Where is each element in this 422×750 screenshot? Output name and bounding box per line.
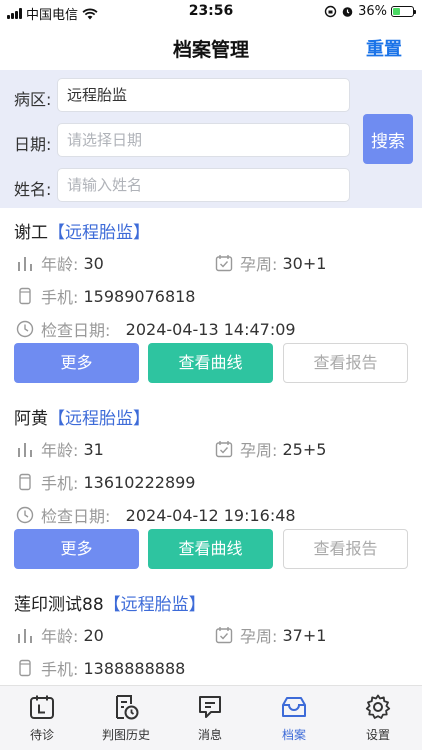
phone-icon [15,286,35,306]
check-date-value: 2024-04-13 14:47:09 [125,319,296,339]
page-title: 档案管理 [172,39,249,61]
calendar-check-icon [214,625,234,645]
name-label: 姓名: [14,180,52,199]
week-label: 孕周: [240,627,278,646]
week-value: 30+1 [282,253,327,273]
phone-row: 手机: 13610222899 [15,470,195,494]
date-field[interactable] [57,123,350,157]
age-row: 年龄: 30 [15,251,104,275]
check-date-row: 检查日期: 2024-04-12 19:16:48 [15,503,296,527]
calendar-check-icon [214,439,234,459]
reset-button[interactable]: 重置 [366,35,402,61]
phone-row: 手机: 15989076818 [15,284,195,308]
alarm-icon [342,7,353,17]
battery-fill [393,8,400,15]
tab-label: 消息 [197,728,222,742]
calendar-icon [0,692,84,722]
ward-tag: 【远程胎监】 [48,223,150,243]
record-title: 莲印测试88【远程胎监】 [14,590,206,615]
clock-icon [15,319,35,339]
week-label: 孕周: [240,441,278,460]
week-value: 37+1 [282,625,327,645]
check-date-label: 检查日期: [41,321,111,340]
phone-value: 1388888888 [83,658,186,678]
filter-panel: 病区: 远程胎监 日期: 姓名: [0,70,422,208]
view-curve-button[interactable]: 查看曲线 [148,343,273,383]
status-bar: 中国电信 23:56 36% [0,0,422,24]
check-date-value: 2024-04-12 19:16:48 [125,505,296,525]
nav-bar: 档案管理 重置 [0,24,422,70]
phone-icon [15,658,35,678]
phone-label: 手机: [41,474,79,493]
status-right: 36% [324,4,416,19]
age-label: 年龄: [41,627,79,646]
ward-field[interactable]: 远程胎监 [57,78,350,112]
more-button[interactable]: 更多 [14,343,139,383]
age-label: 年龄: [41,441,79,460]
more-button[interactable]: 更多 [14,529,139,569]
phone-value: 13610222899 [83,472,196,492]
age-label: 年龄: [41,255,79,274]
age-value: 30 [83,253,104,273]
tab-archive[interactable]: 档案 [252,692,336,743]
age-row: 年龄: 20 [15,623,104,647]
ward-label: 病区: [14,90,52,109]
ward-tag: 【远程胎监】 [103,595,206,615]
patient-name: 莲印测试88 [14,595,104,615]
battery-icon [391,6,416,17]
calendar-check-icon [214,253,234,273]
tab-label: 待诊 [29,728,54,742]
search-button[interactable]: 搜索 [363,114,413,164]
record-list: 谢工【远程胎监】 年龄: 30 孕周: 30+1 手机: 15989076818… [0,208,422,685]
phone-label: 手机: [41,288,79,307]
age-row: 年龄: 31 [15,437,104,461]
archive-icon [252,692,336,722]
history-icon [84,692,168,722]
check-date-row: 检查日期: 2024-04-13 14:47:09 [15,317,296,341]
tab-settings[interactable]: 设置 [336,692,420,743]
week-row: 孕周: 25+5 [214,437,326,461]
battery-percent: 36% [358,4,387,19]
view-curve-button[interactable]: 查看曲线 [148,529,273,569]
phone-label: 手机: [41,660,79,679]
tab-label: 档案 [281,728,306,742]
week-label: 孕周: [240,255,278,274]
bar-chart-icon [15,253,35,273]
week-value: 25+5 [282,439,327,459]
phone-value: 15989076818 [83,286,196,306]
patient-name: 谢工 [14,223,48,243]
tab-label: 判图历史 [101,728,150,742]
record-title: 阿黄【远程胎监】 [14,404,150,429]
tab-bar: 待诊 判图历史 消息 档案 设置 [0,685,422,750]
patient-name: 阿黄 [14,409,48,429]
bar-chart-icon [15,439,35,459]
view-report-button[interactable]: 查看报告 [283,343,408,383]
view-report-button[interactable]: 查看报告 [283,529,408,569]
message-icon [168,692,252,722]
week-row: 孕周: 37+1 [214,623,326,647]
gear-icon [336,692,420,722]
name-field[interactable] [57,168,350,202]
check-date-label: 检查日期: [41,507,111,526]
bar-chart-icon [15,625,35,645]
tab-pending[interactable]: 待诊 [0,692,84,743]
clock-icon [15,505,35,525]
phone-row: 手机: 1388888888 [15,656,185,680]
tab-history[interactable]: 判图历史 [84,692,168,743]
date-label: 日期: [14,135,52,154]
tab-messages[interactable]: 消息 [168,692,252,743]
age-value: 31 [83,439,104,459]
ward-tag: 【远程胎监】 [48,409,150,429]
week-row: 孕周: 30+1 [214,251,326,275]
orientation-lock-icon [324,5,337,18]
phone-icon [15,472,35,492]
age-value: 20 [83,625,104,645]
tab-label: 设置 [365,728,390,742]
record-title: 谢工【远程胎监】 [14,218,150,243]
